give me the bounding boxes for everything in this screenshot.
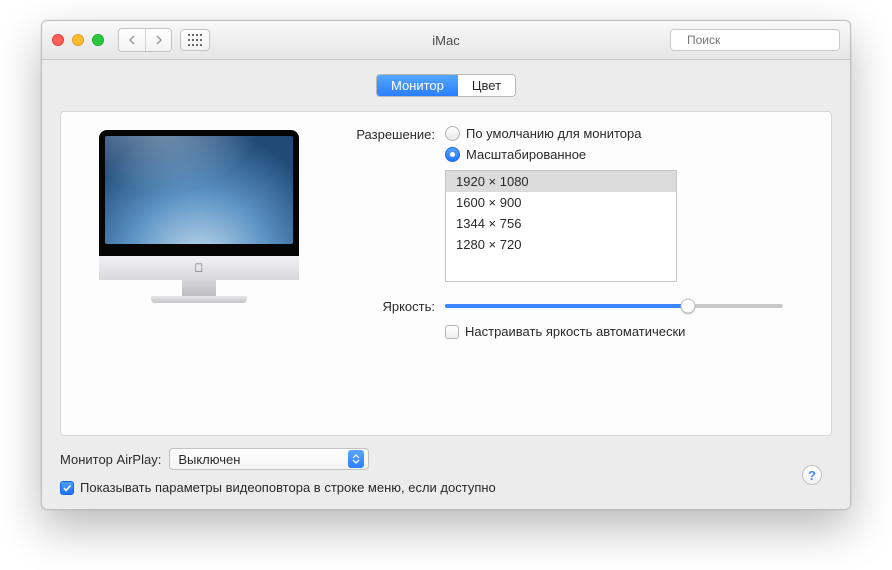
checkmark-icon	[62, 483, 72, 493]
bottom-area: Монитор AirPlay: Выключен Показывать пар…	[60, 448, 832, 495]
airplay-row: Монитор AirPlay: Выключен	[60, 448, 832, 470]
mirroring-row[interactable]: Показывать параметры видеоповтора в стро…	[60, 480, 832, 495]
show-all-button[interactable]	[180, 29, 210, 51]
brightness-label: Яркость:	[327, 299, 445, 314]
resolution-row: Разрешение: По умолчанию для монитора Ма…	[327, 126, 813, 162]
imac-chin: 	[99, 256, 299, 280]
auto-brightness-checkbox[interactable]	[445, 325, 459, 339]
radio-default[interactable]	[445, 126, 460, 141]
popup-stepper-icon	[348, 450, 364, 468]
forward-button[interactable]	[145, 29, 171, 51]
imac-screen	[105, 136, 293, 244]
tab-monitor[interactable]: Монитор	[377, 75, 458, 96]
airplay-value: Выключен	[178, 452, 240, 467]
help-button[interactable]: ?	[802, 465, 822, 485]
prefs-window: iMac Монитор Цвет	[41, 20, 851, 510]
back-button[interactable]	[119, 29, 145, 51]
brightness-row: Яркость:	[327, 298, 813, 314]
panel-top:  Разрешение: По умолчанию для монито	[79, 126, 813, 423]
imac-illustration: 	[99, 130, 299, 303]
chevron-right-icon	[155, 35, 163, 45]
tab-group: Монитор Цвет	[376, 74, 516, 97]
monitor-panel:  Разрешение: По умолчанию для монито	[60, 111, 832, 436]
resolution-radios: По умолчанию для монитора Масштабированн…	[445, 126, 641, 162]
resolution-option[interactable]: 1280 × 720	[446, 234, 676, 255]
resolution-list[interactable]: 1920 × 1080 1600 × 900 1344 × 756 1280 ×…	[445, 170, 677, 282]
traffic-lights	[52, 34, 104, 46]
titlebar: iMac	[42, 21, 850, 60]
airplay-label: Монитор AirPlay:	[60, 452, 161, 467]
auto-brightness-label: Настраивать яркость автоматически	[465, 324, 685, 339]
radio-scaled[interactable]	[445, 147, 460, 162]
resolution-option[interactable]: 1920 × 1080	[446, 171, 676, 192]
imac-stand-base	[151, 296, 247, 303]
radio-default-label: По умолчанию для монитора	[466, 126, 641, 141]
tab-color[interactable]: Цвет	[458, 75, 515, 96]
mirroring-checkbox[interactable]	[60, 481, 74, 495]
search-field[interactable]	[670, 29, 840, 51]
display-preview: 	[79, 126, 319, 423]
resolution-option[interactable]: 1344 × 756	[446, 213, 676, 234]
slider-thumb[interactable]	[681, 299, 696, 314]
apple-logo-icon: 	[195, 261, 204, 275]
airplay-popup[interactable]: Выключен	[169, 448, 369, 470]
resolution-label: Разрешение:	[327, 126, 445, 162]
nav-back-forward	[118, 28, 172, 52]
imac-stand-neck	[182, 280, 216, 296]
imac-bezel	[99, 130, 299, 256]
close-window-button[interactable]	[52, 34, 64, 46]
resolution-option[interactable]: 1600 × 900	[446, 192, 676, 213]
radio-scaled-label: Масштабированное	[466, 147, 586, 162]
search-input[interactable]	[685, 32, 844, 48]
auto-brightness-row[interactable]: Настраивать яркость автоматически	[445, 324, 813, 339]
mirroring-label: Показывать параметры видеоповтора в стро…	[80, 480, 496, 495]
brightness-slider[interactable]	[445, 298, 783, 314]
minimize-window-button[interactable]	[72, 34, 84, 46]
zoom-window-button[interactable]	[92, 34, 104, 46]
radio-scaled-row[interactable]: Масштабированное	[445, 147, 641, 162]
chevron-left-icon	[128, 35, 136, 45]
display-controls: Разрешение: По умолчанию для монитора Ма…	[319, 126, 813, 423]
slider-fill	[445, 304, 688, 308]
radio-default-row[interactable]: По умолчанию для монитора	[445, 126, 641, 141]
grid-icon	[188, 34, 202, 46]
window-body: Монитор Цвет 	[42, 60, 850, 509]
